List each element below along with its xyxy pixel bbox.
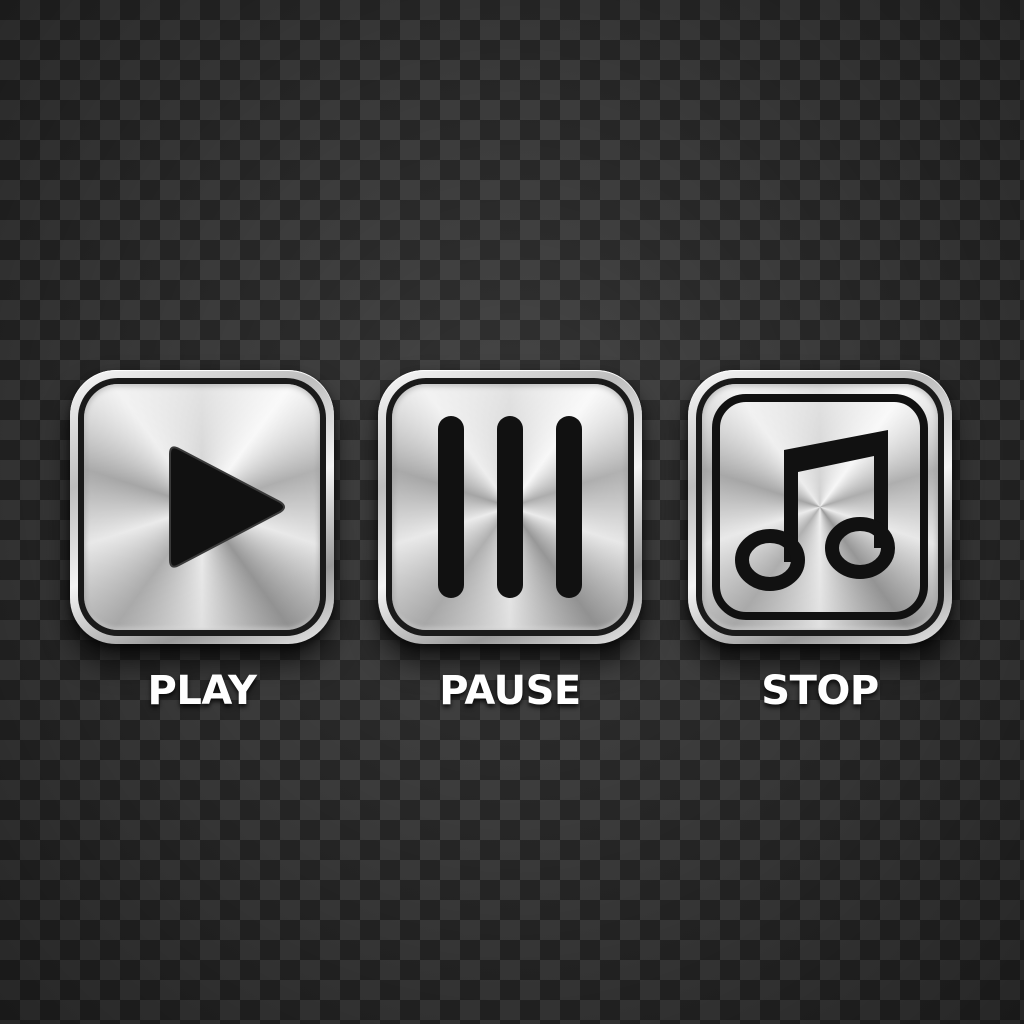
pause-label: PAUSE [439,668,581,714]
stop-label: STOP [761,668,879,714]
stop-button[interactable] [688,370,952,644]
play-button[interactable] [70,370,334,644]
music-note-icon [702,384,938,630]
play-label: PLAY [147,668,257,714]
pause-button[interactable] [378,370,642,644]
play-triangle-icon [84,384,320,630]
three-bars-icon [392,384,628,630]
